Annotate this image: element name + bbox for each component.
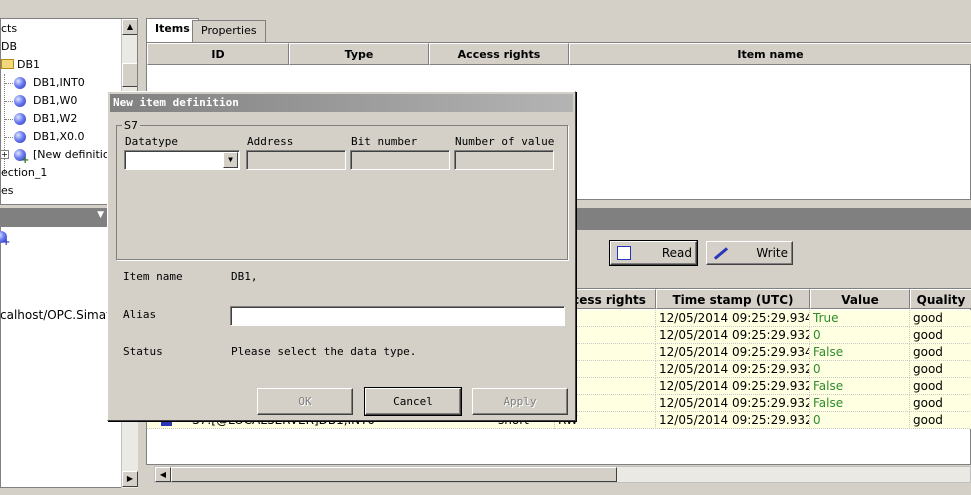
column-header-quality[interactable]: Quality [910,289,971,309]
timestamp-cell: 12/05/2014 09:25:29.932 [656,327,810,344]
column-header-value[interactable]: Value [810,289,910,309]
status-label: Status [123,345,163,358]
timestamp-cell: 12/05/2014 09:25:29.932 [656,395,810,412]
value-cell: True [810,310,910,327]
tree-item-db1-x0-0[interactable]: DB1,X0.0 [33,128,85,146]
tree-item-db[interactable]: DB [1,38,17,56]
datatype-label: Datatype [125,135,178,148]
write-button[interactable]: Write [706,241,793,265]
tree-line [5,137,13,138]
tree-line [5,101,13,102]
quality-cell: good [910,344,971,361]
quality-cell: good [910,310,971,327]
timestamp-cell: 12/05/2014 09:25:29.932 [656,412,810,429]
server-item[interactable]: calhost/OPC.Simati [0,308,114,322]
number-of-value-input[interactable] [454,150,554,170]
value-cell: 0 [810,327,910,344]
ok-button[interactable]: OK [257,388,353,415]
book-icon [617,246,631,260]
value-cell: False [810,395,910,412]
bit-number-label: Bit number [351,135,418,148]
new-item-definition-dialog[interactable]: New item definition S7 Datatype Address … [107,91,576,421]
scroll-left-icon[interactable]: ◀ [155,467,171,482]
value-cell: 0 [810,412,910,429]
item-ball-icon [14,95,26,107]
column-header-item-name[interactable]: Item name [569,43,971,65]
expand-plus-icon[interactable]: + [1,150,9,159]
tree-item-db1-w2[interactable]: DB1,W2 [33,110,77,128]
timestamp-cell: 12/05/2014 09:25:29.932 [656,378,810,395]
tree-line [5,83,13,84]
tree-item-objects[interactable]: cts [1,20,17,38]
tree-item-db1-int0[interactable]: DB1,INT0 [33,74,85,92]
number-of-value-label: Number of value [455,135,555,148]
s7-group-label: S7 [122,119,140,132]
data-horizontal-scrollbar[interactable]: ◀ [154,466,971,483]
value-cell: 0 [810,361,910,378]
tree-item-properties[interactable]: es [1,182,14,200]
tree-item-connection[interactable]: ection_1 [1,164,47,182]
timestamp-cell: 12/05/2014 09:25:29.934 [656,310,810,327]
address-input[interactable] [246,150,346,170]
tree-line [5,119,13,120]
status-message: Please select the data type. [231,345,417,358]
item-name-label: Item name [123,270,183,283]
read-button[interactable]: Read [609,240,698,266]
apply-button[interactable]: Apply [472,388,568,415]
column-header-id[interactable]: ID [147,43,289,65]
chevron-down-icon[interactable]: ▼ [223,152,238,168]
address-label: Address [247,135,294,148]
quality-cell: good [910,327,971,344]
left-panel-caption: ▼ [0,208,108,226]
item-ball-icon [14,131,26,143]
quality-cell: good [910,395,971,412]
scroll-right-icon[interactable]: ▶ [122,471,138,487]
chevron-down-icon[interactable]: ▼ [97,210,104,220]
folder-icon [1,59,14,69]
timestamp-cell: 12/05/2014 09:25:29.934 [656,344,810,361]
pencil-icon [713,247,729,260]
bit-number-input[interactable] [350,150,450,170]
lower-panel-caption [574,208,971,230]
scroll-thumb[interactable] [122,63,137,87]
alias-label: Alias [123,308,157,321]
datatype-select[interactable]: ▼ [124,150,240,170]
quality-cell: good [910,412,971,429]
quality-cell: good [910,361,971,378]
value-cell: False [810,344,910,361]
cancel-button[interactable]: Cancel [364,387,462,416]
item-name-value: DB1, [231,270,258,283]
scroll-thumb[interactable] [171,467,617,482]
tree-item-db1[interactable]: DB1 [17,56,40,74]
add-icon: + [2,237,11,248]
scroll-up-icon[interactable]: ▲ [122,19,137,35]
quality-cell: good [910,378,971,395]
tree-item-db1-w0[interactable]: DB1,W0 [33,92,77,110]
dialog-title[interactable]: New item definition [110,94,573,112]
column-header-access-rights[interactable]: Access rights [429,43,569,65]
timestamp-cell: 12/05/2014 09:25:29.932 [656,361,810,378]
item-ball-icon [14,113,26,125]
column-header-type[interactable]: Type [289,43,429,65]
item-ball-icon [14,77,26,89]
tab-properties[interactable]: Properties [192,20,266,42]
column-header-timestamp[interactable]: Time stamp (UTC) [656,289,810,309]
tree-line [4,74,5,174]
value-cell: False [810,378,910,395]
tab-items[interactable]: Items [146,18,199,42]
alias-input[interactable] [230,306,565,326]
